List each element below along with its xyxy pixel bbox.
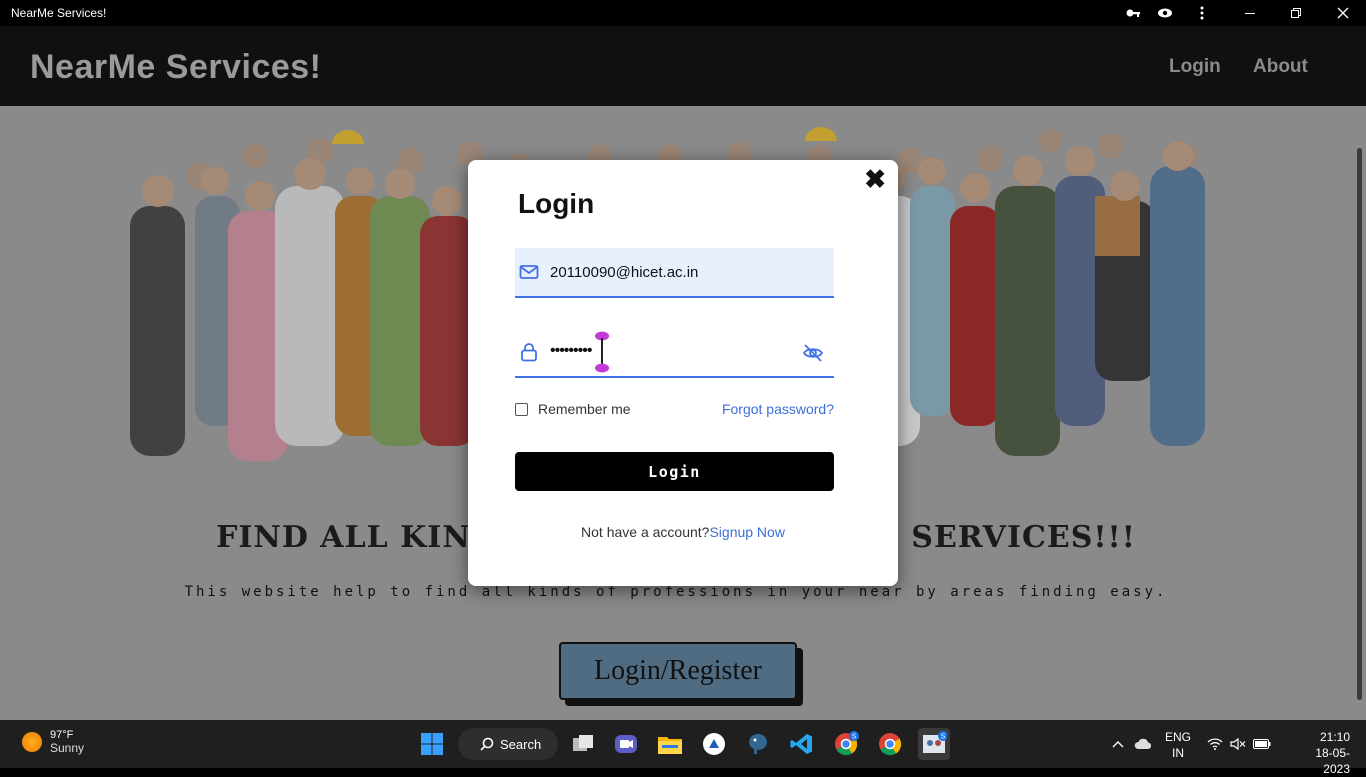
eye-off-icon[interactable] (802, 342, 824, 364)
system-clock[interactable]: 21:10 18-05-2023 (1310, 729, 1350, 777)
scroll-thumb[interactable] (1357, 148, 1362, 700)
file-explorer-icon[interactable] (654, 728, 686, 760)
brand-title[interactable]: NearMe Services! (30, 48, 322, 87)
signup-prompt-text: Not have a account? (581, 524, 710, 540)
taskbar-search[interactable]: Search (458, 728, 558, 760)
password-value: ••••••••• (550, 342, 592, 359)
nav-login-link[interactable]: Login (1169, 56, 1221, 78)
more-options-icon[interactable] (1186, 0, 1218, 26)
close-window-button[interactable] (1327, 0, 1359, 26)
app-badge-label: S (941, 734, 946, 741)
chrome-profile-icon[interactable]: S (830, 728, 862, 760)
language-region: IN (1172, 746, 1184, 760)
volume-muted-icon[interactable] (1226, 728, 1250, 760)
windows-start-icon[interactable] (416, 728, 448, 760)
envelope-icon (519, 265, 539, 279)
key-icon[interactable] (1117, 0, 1149, 26)
login-submit-button[interactable]: Login (515, 452, 834, 491)
restore-button[interactable] (1280, 0, 1312, 26)
text-cursor-icon (595, 331, 609, 373)
eye-icon[interactable] (1149, 0, 1181, 26)
taskbar: 97°F Sunny Search S S ENG IN 21:10 18-05… (0, 720, 1366, 776)
forgot-password-link[interactable]: Forgot password? (722, 401, 834, 417)
onedrive-cloud-icon[interactable] (1130, 728, 1156, 760)
login-register-button[interactable]: Login/Register (559, 642, 797, 700)
task-view-icon[interactable] (567, 728, 599, 760)
battery-icon[interactable] (1250, 728, 1274, 760)
signup-prompt: Not have a account?Signup Now (468, 524, 898, 540)
navbar: NearMe Services! Login About (0, 26, 1366, 106)
signup-now-link[interactable]: Signup Now (709, 524, 785, 540)
weather-temp: 97°F (50, 729, 74, 741)
nearme-app-icon[interactable]: S (918, 728, 950, 760)
close-icon[interactable]: ✖ (864, 164, 886, 195)
email-value: 20110090@hicet.ac.in (550, 264, 699, 281)
weather-desc: Sunny (50, 741, 85, 755)
language-indicator[interactable]: ENG IN (1165, 729, 1191, 761)
nav-about-link[interactable]: About (1253, 56, 1308, 78)
page-scrollbar[interactable] (1352, 106, 1366, 720)
app-circle-icon[interactable] (698, 728, 730, 760)
email-field[interactable]: 20110090@hicet.ac.in (515, 248, 834, 298)
remember-me-checkbox[interactable] (515, 402, 528, 416)
window-title: NearMe Services! (11, 6, 107, 20)
window-titlebar: NearMe Services! (0, 0, 1366, 26)
teams-chat-icon[interactable] (610, 728, 642, 760)
wifi-icon[interactable] (1203, 728, 1227, 760)
web-page: NearMe Services! Login About FIND ALL KI… (0, 26, 1366, 720)
search-label: Search (500, 736, 542, 752)
minimize-button[interactable] (1234, 0, 1266, 26)
lock-icon (521, 343, 537, 362)
vscode-icon[interactable] (786, 728, 818, 760)
login-modal: ✖ Login 20110090@hicet.ac.in ••••••••• R… (468, 160, 898, 586)
password-field[interactable]: ••••••••• (515, 328, 834, 378)
sun-icon (22, 732, 42, 752)
postgresql-icon[interactable] (742, 728, 774, 760)
modal-title: Login (518, 188, 595, 219)
clock-date: 18-05-2023 (1315, 746, 1350, 776)
hero-subline: This website help to find all kinds of p… (184, 584, 1168, 600)
remember-me-row[interactable]: Remember me (515, 401, 631, 417)
chevron-up-icon[interactable] (1106, 728, 1130, 760)
search-icon (480, 737, 494, 751)
weather-widget[interactable]: 97°F Sunny (22, 729, 84, 755)
clock-time: 21:10 (1319, 730, 1350, 744)
chrome-badge-label: S (852, 734, 857, 741)
language-code: ENG (1165, 730, 1192, 744)
chrome-icon[interactable] (874, 728, 906, 760)
remember-me-label: Remember me (538, 401, 631, 417)
